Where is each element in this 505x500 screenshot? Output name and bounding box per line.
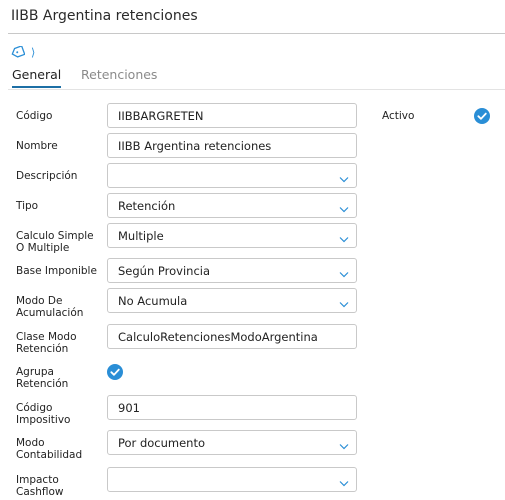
- page-title: IIBB Argentina retenciones: [11, 8, 198, 24]
- base-label: Base Imponible: [16, 265, 97, 277]
- codigo-input[interactable]: IIBBARGRETEN: [107, 103, 357, 128]
- calculo-label: Calculo Simple O Multiple: [16, 230, 94, 254]
- calculo-select[interactable]: Multiple: [107, 223, 357, 248]
- codigo-imp-label-line1: Código: [16, 402, 53, 414]
- active-tab-indicator: [12, 86, 62, 88]
- modo-cont-value: Por documento: [118, 435, 206, 450]
- tab-general-label: General: [12, 67, 62, 82]
- clase-modo-value: CalculoRetencionesModoArgentina: [118, 329, 318, 344]
- clase-modo-label: Clase Modo Retención: [16, 331, 77, 355]
- agrupa-checkbox[interactable]: [107, 364, 123, 380]
- base-value: Según Provincia: [118, 263, 211, 278]
- calculo-label-line1: Calculo Simple: [16, 230, 94, 242]
- modo-acum-label-line1: Modo De: [16, 295, 63, 307]
- modo-cont-label-line1: Modo: [16, 437, 45, 449]
- tipo-label: Tipo: [16, 200, 39, 212]
- modo-acum-label-line2: Acumulación: [16, 307, 84, 319]
- chevron-right-icon[interactable]: ⟩: [31, 46, 35, 59]
- modo-cont-label-line2: Contabilidad: [16, 449, 83, 461]
- chevron-down-icon: [339, 297, 349, 311]
- clase-modo-label-line2: Retención: [16, 343, 69, 355]
- modo-cont-select[interactable]: Por documento: [107, 430, 357, 455]
- chevron-down-icon: [339, 267, 349, 281]
- tab-retenciones-label: Retenciones: [81, 67, 158, 82]
- tipo-value: Retención: [118, 198, 176, 213]
- activo-label: Activo: [382, 110, 415, 122]
- codigo-value: IIBBARGRETEN: [118, 108, 204, 123]
- agrupa-label: Agrupa Retención: [16, 366, 68, 390]
- chevron-down-icon: [339, 476, 349, 490]
- tabs-divider: [8, 89, 505, 90]
- modo-acum-select[interactable]: No Acumula: [107, 288, 357, 313]
- title-divider: [8, 33, 505, 34]
- tipo-select[interactable]: Retención: [107, 193, 357, 218]
- nombre-label: Nombre: [16, 140, 58, 152]
- descripcion-label: Descripción: [16, 170, 78, 182]
- codigo-imp-label-line2: Impositivo: [16, 414, 71, 426]
- codigo-label: Código: [16, 110, 53, 122]
- impacto-label-line1: Impacto: [16, 474, 59, 486]
- codigo-imp-input[interactable]: 901: [107, 395, 357, 420]
- modo-acum-label: Modo De Acumulación: [16, 295, 83, 319]
- chevron-down-icon: [339, 439, 349, 453]
- nombre-value: IIBB Argentina retenciones: [118, 138, 272, 153]
- tag-icon[interactable]: [11, 46, 25, 58]
- tab-retenciones[interactable]: Retenciones: [81, 67, 157, 82]
- descripcion-select[interactable]: [107, 163, 357, 188]
- chevron-down-icon: [339, 232, 349, 246]
- tab-general[interactable]: General: [12, 67, 62, 88]
- agrupa-label-line1: Agrupa: [16, 366, 54, 378]
- impacto-label-line2: Cashflow: [16, 486, 64, 498]
- clase-modo-label-line1: Clase Modo: [16, 331, 77, 343]
- activo-checkbox[interactable]: [474, 108, 490, 124]
- nombre-input[interactable]: IIBB Argentina retenciones: [107, 133, 357, 158]
- codigo-imp-label: Código Impositivo: [16, 402, 70, 426]
- chevron-down-icon: [339, 202, 349, 216]
- clase-modo-input[interactable]: CalculoRetencionesModoArgentina: [107, 324, 357, 349]
- agrupa-label-line2: Retención: [16, 378, 69, 390]
- calculo-value: Multiple: [118, 228, 164, 243]
- impacto-select[interactable]: [107, 467, 357, 492]
- modo-cont-label: Modo Contabilidad: [16, 437, 82, 461]
- base-select[interactable]: Según Provincia: [107, 258, 357, 283]
- breadcrumb: ⟩: [11, 45, 35, 59]
- chevron-down-icon: [339, 172, 349, 186]
- modo-acum-value: No Acumula: [118, 293, 188, 308]
- impacto-label: Impacto Cashflow: [16, 474, 64, 498]
- codigo-imp-value: 901: [118, 400, 140, 415]
- calculo-label-line2: O Multiple: [16, 242, 70, 254]
